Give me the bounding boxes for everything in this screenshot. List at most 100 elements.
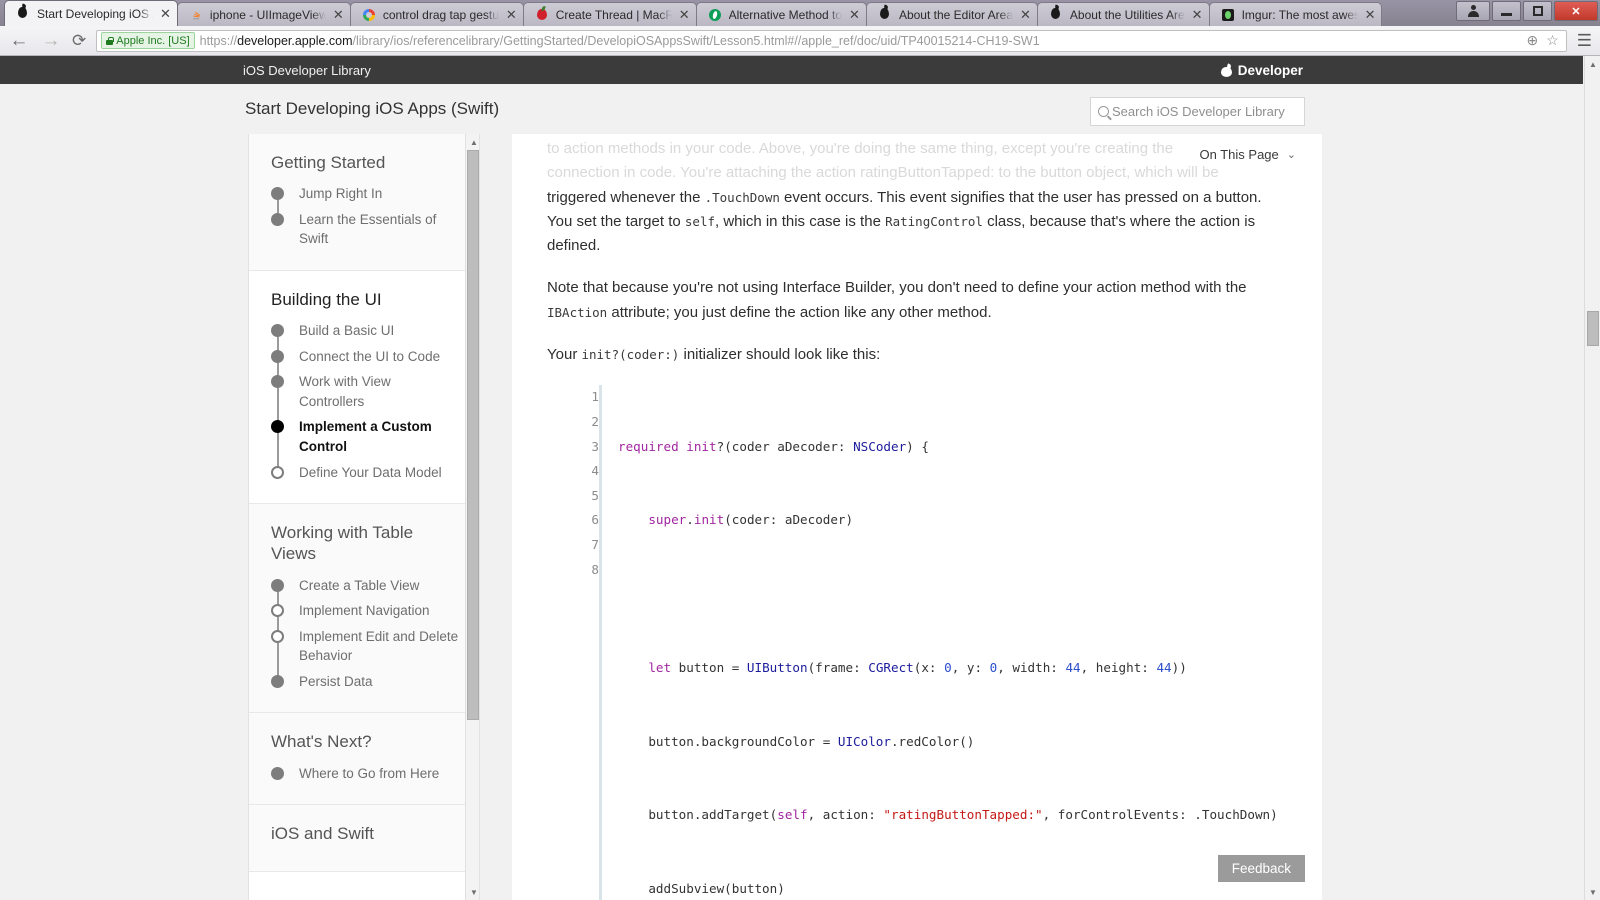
sidebar-item-implement-edit-and-delete-behavior[interactable]: Implement Edit and Delete Behavior [271, 624, 459, 669]
lock-icon [106, 37, 113, 45]
sidebar-scroll-up-arrow[interactable]: ▲ [466, 134, 480, 150]
browser-tab-5[interactable]: About the Editor Area ✕ [866, 2, 1038, 26]
code-line: addSubview(button) [618, 877, 1287, 900]
toc-list: Build a Basic UI Connect the UI to Code … [271, 318, 459, 485]
tab-close-icon[interactable]: ✕ [1192, 8, 1203, 21]
toc-item-label: Create a Table View [299, 576, 419, 596]
browser-window: Start Developing iOS A ✕ iphone - UIImag… [0, 0, 1600, 900]
sidebar-scroll-down-arrow[interactable]: ▼ [466, 884, 480, 900]
browser-tab-3[interactable]: Create Thread | MacRu ✕ [523, 2, 697, 26]
intro-text-a: Your [547, 346, 581, 363]
p1-text-a: triggered whenever the [547, 189, 705, 206]
sidebar-item-persist-data[interactable]: Persist Data [271, 669, 459, 695]
browser-tab-0[interactable]: Start Developing iOS A ✕ [4, 0, 178, 26]
sidebar-item-build-a-basic-ui[interactable]: Build a Basic UI [271, 318, 459, 344]
on-this-page-toggle[interactable]: On This Page ⌄ [1190, 144, 1300, 165]
window-controls: ✕ [1456, 1, 1598, 21]
macrumors-apple-icon [534, 7, 550, 23]
code-line: super.init(coder: aDecoder) [618, 508, 1287, 533]
article-content: On This Page ⌄ to action methods in your… [512, 134, 1322, 900]
tab-close-icon[interactable]: ✕ [1365, 8, 1376, 21]
tab-close-icon[interactable]: ✕ [679, 8, 690, 21]
toc-item-label: Connect the UI to Code [299, 347, 440, 367]
toc-item-label: Implement Navigation [299, 601, 430, 621]
close-window-button[interactable]: ✕ [1554, 1, 1598, 21]
zoom-icon[interactable]: ⊕ [1526, 32, 1538, 49]
apple-developer-brand[interactable]: Developer [1221, 63, 1303, 78]
chevron-down-icon: ⌄ [1287, 148, 1296, 161]
clipped-line-1: to action methods in your code. Above, y… [547, 137, 1287, 161]
sidebar-item-jump-right-in[interactable]: Jump Right In [271, 181, 459, 207]
line-number: 2 [573, 410, 599, 435]
code-lines[interactable]: required init?(coder aDecoder: NSCoder) … [599, 385, 1287, 900]
apple-icon [15, 6, 31, 22]
clipped-line-2: connection in code. You're attaching the… [547, 161, 1287, 185]
on-this-page-label: On This Page [1200, 147, 1279, 162]
line-number: 5 [573, 484, 599, 509]
tab-close-icon[interactable]: ✕ [849, 8, 860, 21]
sidebar-scrollbar[interactable]: ▲ ▼ [465, 134, 479, 900]
page-scroll-up-arrow[interactable]: ▲ [1585, 56, 1600, 72]
sidebar-scrollbar-thumb[interactable] [467, 150, 479, 720]
apple-icon [877, 7, 893, 23]
toc-section-heading: Getting Started [271, 152, 459, 173]
sidebar-item-connect-the-ui-to-code[interactable]: Connect the UI to Code [271, 344, 459, 370]
forward-button[interactable]: → [40, 31, 62, 50]
sidebar-item-implement-a-custom-control[interactable]: Implement a Custom Control [271, 414, 459, 459]
toc-section-heading: iOS and Swift [271, 823, 459, 844]
browser-tab-4[interactable]: Alternative Method to ✕ [696, 2, 867, 26]
toc-list: Jump Right In Learn the Essentials of Sw… [271, 181, 459, 252]
minimize-button[interactable] [1492, 1, 1521, 21]
reload-button[interactable]: ⟳ [72, 31, 86, 51]
tab-close-icon[interactable]: ✕ [1020, 8, 1031, 21]
apple-icon [1048, 7, 1064, 23]
sidebar-item-define-your-data-model[interactable]: Define Your Data Model [271, 460, 459, 486]
inline-code-self: self [685, 214, 715, 229]
ssl-badge: Apple Inc. [US] [101, 32, 194, 49]
sidebar-item-work-with-view-controllers[interactable]: Work with View Controllers [271, 369, 459, 414]
browser-tab-6[interactable]: About the Utilities Are ✕ [1037, 2, 1210, 26]
toc-bullet-filled [271, 350, 284, 363]
page-scroll-down-arrow[interactable]: ▼ [1585, 884, 1600, 900]
search-box[interactable] [1090, 97, 1305, 126]
sidebar-item-implement-navigation[interactable]: Implement Navigation [271, 598, 459, 624]
search-input[interactable] [1109, 104, 1304, 119]
page-scrollbar[interactable]: ▲ ▼ [1584, 56, 1600, 900]
tab-close-icon[interactable]: ✕ [506, 8, 517, 21]
toc-bullet-hollow [271, 604, 284, 617]
table-of-contents-sidebar: Getting Started Jump Right In Learn the … [248, 134, 480, 900]
toc-bullet-hollow [271, 466, 284, 479]
toc-bullet-hollow [271, 630, 284, 643]
inline-code-init-coder: init?(coder:) [581, 347, 679, 362]
browser-tab-2[interactable]: control drag tap gestu ✕ [350, 2, 524, 26]
toc-section-ios-and-swift: iOS and Swift [249, 805, 479, 871]
feedback-button[interactable]: Feedback [1218, 855, 1305, 882]
tab-strip: Start Developing iOS A ✕ iphone - UIImag… [0, 0, 1600, 26]
bookmark-star-icon[interactable]: ☆ [1546, 32, 1559, 49]
page-title: Start Developing iOS Apps (Swift) [245, 99, 499, 119]
browser-tab-1[interactable]: iphone - UIImageView ✕ [177, 2, 351, 26]
tab-title: iphone - UIImageView [210, 8, 326, 22]
sidebar-item-where-to-go-from-here[interactable]: Where to Go from Here [271, 761, 459, 787]
address-bar[interactable]: Apple Inc. [US] https://developer.apple.… [96, 30, 1567, 52]
page-scrollbar-thumb[interactable] [1587, 311, 1599, 346]
maximize-button[interactable] [1523, 1, 1552, 21]
sidebar-item-create-a-table-view[interactable]: Create a Table View [271, 573, 459, 599]
p2-text-b: attribute; you just define the action li… [607, 304, 991, 321]
toc-bullet-filled [271, 324, 284, 337]
sidebar-item-learn-the-essentials-of-swift[interactable]: Learn the Essentials of Swift [271, 207, 459, 252]
tab-title: Alternative Method to [729, 8, 842, 22]
chrome-menu-icon[interactable]: ☰ [1577, 31, 1592, 51]
toc-section-working-with-table-views: Working with Table Views Create a Table … [249, 504, 479, 713]
code-line: let button = UIButton(frame: CGRect(x: 0… [618, 656, 1287, 681]
back-button[interactable]: ← [8, 31, 30, 50]
paragraph-touchdown: triggered whenever the .TouchDown event … [547, 186, 1287, 259]
inline-code-ibaction: IBAction [547, 305, 607, 320]
code-line: button.addTarget(self, action: "ratingBu… [618, 803, 1287, 828]
browser-tab-7[interactable]: Imgur: The most awes ✕ [1209, 2, 1383, 26]
tab-close-icon[interactable]: ✕ [160, 7, 171, 20]
line-number: 3 [573, 435, 599, 460]
line-number: 8 [573, 558, 599, 583]
profile-button[interactable] [1456, 1, 1490, 21]
tab-close-icon[interactable]: ✕ [333, 8, 344, 21]
